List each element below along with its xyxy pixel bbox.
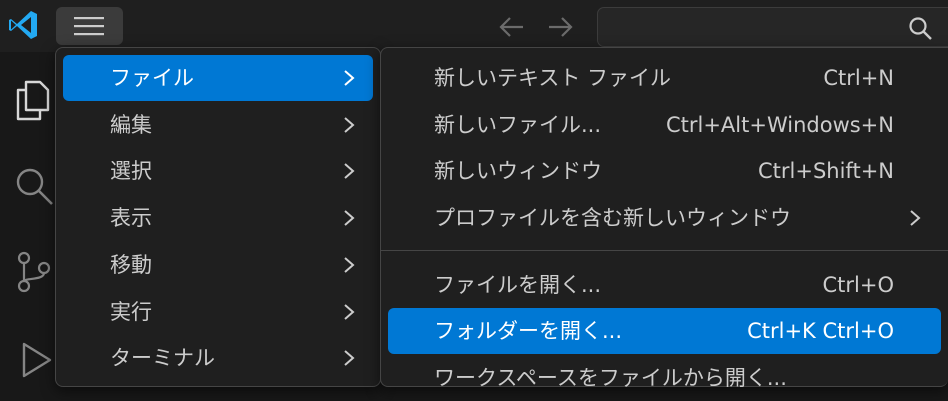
menu-item-label: 移動: [110, 253, 152, 277]
search-icon: [909, 17, 932, 40]
menu-item-go[interactable]: 移動: [63, 242, 373, 288]
menu-item-open-workspace[interactable]: ワークスペースをファイルから開く...: [388, 355, 941, 401]
menu-item-label: ファイル: [110, 66, 194, 90]
files-icon[interactable]: [12, 78, 56, 122]
search-input[interactable]: [598, 8, 912, 48]
file-submenu: 新しいテキスト ファイル Ctrl+N 新しいファイル... Ctrl+Alt+…: [380, 47, 948, 390]
keyboard-shortcut: Ctrl+Alt+Windows+N: [665, 113, 894, 137]
keyboard-shortcut: Ctrl+Shift+N: [758, 159, 894, 183]
chevron-right-icon: [344, 210, 355, 226]
main-menu: ファイル 編集 選択 表示 移動 実行 ターミナル: [55, 47, 381, 387]
chevron-right-icon: [344, 117, 355, 133]
search-icon[interactable]: [12, 164, 56, 208]
menu-item-selection[interactable]: 選択: [63, 148, 373, 194]
menu-item-label: フォルダーを開く...: [434, 319, 623, 343]
arrow-left-icon[interactable]: [497, 13, 527, 41]
chevron-right-icon: [344, 163, 355, 179]
menu-item-open-file[interactable]: ファイルを開く... Ctrl+O: [388, 262, 941, 308]
menu-item-view[interactable]: 表示: [63, 195, 373, 241]
menu-item-label: 選択: [110, 159, 152, 183]
vscode-logo[interactable]: [6, 8, 40, 42]
menu-item-label: ターミナル: [110, 346, 215, 370]
menu-item-new-window[interactable]: 新しいウィンドウ Ctrl+Shift+N: [388, 148, 941, 194]
arrow-right-icon[interactable]: [545, 13, 575, 41]
menu-item-label: 新しいウィンドウ: [434, 159, 602, 183]
chevron-right-icon: [344, 304, 355, 320]
keyboard-shortcut: Ctrl+O: [822, 273, 895, 297]
hamburger-menu-button[interactable]: [56, 7, 123, 45]
keyboard-shortcut: Ctrl+N: [823, 66, 894, 90]
menu-item-new-file[interactable]: 新しいファイル... Ctrl+Alt+Windows+N: [388, 102, 941, 148]
run-debug-icon[interactable]: [12, 336, 56, 380]
menu-item-terminal[interactable]: ターミナル: [63, 335, 373, 381]
menu-item-label: 実行: [110, 300, 152, 324]
title-bar: [0, 0, 948, 52]
menu-item-label: 新しいファイル...: [434, 113, 602, 137]
menu-item-new-text-file[interactable]: 新しいテキスト ファイル Ctrl+N: [388, 55, 941, 101]
source-control-icon[interactable]: [12, 250, 56, 294]
menu-separator: [381, 250, 948, 251]
command-center-search[interactable]: [597, 7, 948, 48]
menu-item-label: 新しいテキスト ファイル: [434, 66, 672, 90]
menu-item-label: プロファイルを含む新しいウィンドウ: [434, 206, 791, 230]
keyboard-shortcut: Ctrl+K Ctrl+O: [747, 319, 894, 343]
chevron-right-icon: [344, 70, 355, 86]
menu-item-edit[interactable]: 編集: [63, 102, 373, 148]
menu-item-file[interactable]: ファイル: [63, 55, 373, 101]
activity-bar: [0, 52, 56, 378]
menu-item-new-window-with-profile[interactable]: プロファイルを含む新しいウィンドウ: [388, 195, 941, 241]
menu-item-run[interactable]: 実行: [63, 289, 373, 335]
chevron-right-icon: [344, 257, 355, 273]
chevron-right-icon: [910, 210, 921, 226]
chevron-right-icon: [344, 350, 355, 366]
menu-item-label: 表示: [110, 206, 152, 230]
hamburger-menu-icon: [74, 17, 104, 36]
menu-item-label: 編集: [110, 113, 152, 137]
menu-item-open-folder[interactable]: フォルダーを開く... Ctrl+K Ctrl+O: [388, 308, 941, 354]
menu-item-label: ワークスペースをファイルから開く...: [434, 366, 787, 390]
menu-item-label: ファイルを開く...: [434, 273, 602, 297]
